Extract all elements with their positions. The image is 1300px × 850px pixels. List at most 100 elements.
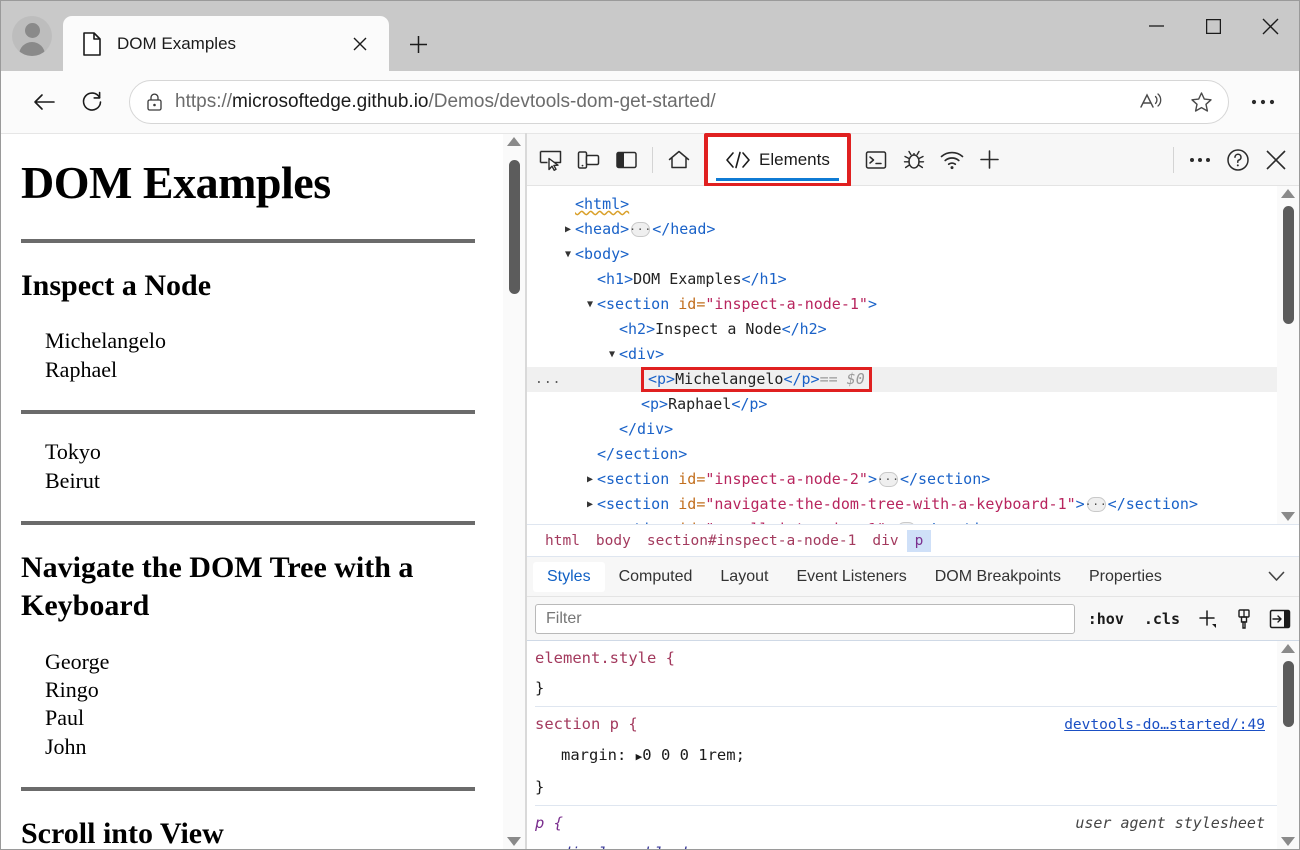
home-icon[interactable] <box>660 141 698 179</box>
scroll-down-arrow-icon[interactable] <box>1281 512 1295 521</box>
token-tagbrk: <h1> <box>597 270 634 288</box>
scroll-down-arrow-icon[interactable] <box>1281 837 1295 846</box>
page-scrollbar[interactable] <box>503 134 525 849</box>
css-selector[interactable]: element.style { <box>535 643 675 673</box>
twisty-expanded-icon[interactable]: ▼ <box>583 292 597 317</box>
css-rules-scrollbar[interactable] <box>1277 641 1299 849</box>
breadcrumb-item[interactable]: section#inspect-a-node-1 <box>639 530 865 552</box>
css-rules-list[interactable]: element.style {} section p {devtools-do…s… <box>527 641 1277 849</box>
twisty-collapsed-icon[interactable]: ▶ <box>583 517 597 524</box>
network-wifi-icon[interactable] <box>933 141 971 179</box>
dom-tree-row[interactable]: </section> <box>527 442 1277 467</box>
dom-tree-row[interactable]: ▼ <div> <box>527 342 1277 367</box>
tab-elements[interactable]: Elements <box>712 138 843 181</box>
breadcrumb-item[interactable]: body <box>588 530 639 552</box>
styles-tab-dom-breakpoints[interactable]: DOM Breakpoints <box>921 562 1075 592</box>
section-item: Ringo <box>45 677 99 703</box>
expand-ellipsis-badge[interactable]: ··· <box>877 472 899 487</box>
cls-toggle-button[interactable]: .cls <box>1137 606 1187 632</box>
refresh-icon[interactable] <box>71 81 113 123</box>
css-selector[interactable]: p { <box>535 808 563 838</box>
scroll-down-arrow-icon[interactable] <box>507 837 521 846</box>
css-source-link[interactable]: devtools-do…started/:49 <box>1064 710 1265 740</box>
new-tab-button[interactable] <box>397 23 439 65</box>
add-panel-plus-icon[interactable] <box>971 141 1009 179</box>
new-style-rule-plus-icon[interactable] <box>1193 604 1223 634</box>
styles-tab-computed[interactable]: Computed <box>605 562 707 592</box>
star-icon[interactable] <box>1182 83 1220 121</box>
scroll-up-arrow-icon[interactable] <box>507 137 521 146</box>
close-icon[interactable] <box>345 29 375 59</box>
browser-settings-ellipsis-icon[interactable] <box>1241 81 1285 123</box>
dom-tree-row[interactable]: <h1>DOM Examples</h1> <box>527 267 1277 292</box>
css-declaration[interactable]: display: block; <box>535 838 1277 849</box>
dock-side-icon[interactable] <box>607 141 645 179</box>
more-tools-ellipsis-icon[interactable] <box>1181 141 1219 179</box>
dom-tree-row-selected[interactable]: ... <p> Michelangelo </p> == $0 <box>527 367 1277 392</box>
page-title: DOM Examples <box>21 157 331 208</box>
dom-tree-row[interactable]: ▶ <section id="navigate-the-dom-tree-with… <box>527 492 1277 517</box>
dom-tree-row[interactable]: ▼ <section id="inspect-a-node-1"> <box>527 292 1277 317</box>
token-attr: id= <box>678 470 706 488</box>
dom-tree-row[interactable]: <html> <box>527 192 1277 217</box>
dom-row-content: <html> <box>575 192 629 217</box>
back-arrow-icon[interactable] <box>23 81 65 123</box>
breadcrumb-item[interactable]: p <box>906 529 932 552</box>
expand-shorthand-icon[interactable]: ▶ <box>636 750 643 763</box>
debugger-bug-icon[interactable] <box>895 141 933 179</box>
twisty-collapsed-icon[interactable]: ▶ <box>561 217 575 242</box>
inspect-element-icon[interactable] <box>531 141 569 179</box>
styles-tab-event-listeners[interactable]: Event Listeners <box>782 562 920 592</box>
dom-tree-row[interactable]: <h2>Inspect a Node</h2> <box>527 317 1277 342</box>
dom-tree[interactable]: <html> ▶ <head>···</head> ▼ <body> <h1>DOM Ex… <box>527 186 1277 524</box>
expand-ellipsis-badge[interactable]: ··· <box>897 522 917 524</box>
dom-tree-row[interactable]: <p>Raphael</p> <box>527 392 1277 417</box>
css-selector[interactable]: section p { <box>535 709 638 739</box>
scroll-up-arrow-icon[interactable] <box>1281 189 1295 198</box>
dom-tree-row[interactable]: ▶ <section id="inspect-a-node-2">···</sec… <box>527 467 1277 492</box>
divider <box>21 410 475 415</box>
dom-tree-row[interactable]: </div> <box>527 417 1277 442</box>
filter-input[interactable] <box>535 603 1075 634</box>
open-computed-sidebar-icon[interactable] <box>1265 604 1295 634</box>
question-mark-icon[interactable] <box>1219 141 1257 179</box>
dom-tree-row[interactable]: ▼ <body> <box>527 242 1277 267</box>
tab-title: DOM Examples <box>117 33 237 53</box>
css-declaration[interactable]: margin: ▶0 0 0 1rem; <box>535 740 1277 772</box>
row-gutter[interactable]: ... <box>535 367 561 392</box>
scrollbar-thumb[interactable] <box>508 160 520 294</box>
paintbrush-icon[interactable] <box>1229 604 1259 634</box>
scrollbar-thumb[interactable] <box>1282 206 1294 324</box>
styles-tab-properties[interactable]: Properties <box>1075 562 1176 592</box>
read-aloud-icon[interactable] <box>1132 83 1170 121</box>
url-bar[interactable]: https://microsoftedge.github.io/Demos/de… <box>129 80 1229 124</box>
twisty-expanded-icon[interactable]: ▼ <box>605 342 619 367</box>
scroll-up-arrow-icon[interactable] <box>1281 644 1295 653</box>
expand-ellipsis-badge[interactable]: ··· <box>1085 497 1107 512</box>
hov-toggle-button[interactable]: :hov <box>1081 606 1131 632</box>
styles-tab-styles[interactable]: Styles <box>533 561 605 592</box>
breadcrumb-item[interactable]: html <box>537 530 588 552</box>
close-devtools-icon[interactable] <box>1257 141 1295 179</box>
dom-tree-row[interactable]: ▶ <head>···</head> <box>527 217 1277 242</box>
dom-tree-scrollbar[interactable] <box>1277 186 1299 524</box>
twisty-collapsed-icon[interactable]: ▶ <box>583 467 597 492</box>
breadcrumb-item[interactable]: div <box>864 530 906 552</box>
expand-ellipsis-badge[interactable]: ··· <box>629 222 651 237</box>
styles-pane-tabs[interactable]: Styles Computed Layout Event Listeners DOM B… <box>527 557 1299 597</box>
chevron-down-icon[interactable] <box>1268 571 1285 582</box>
minimize-icon[interactable] <box>1128 1 1185 51</box>
twisty-collapsed-icon[interactable]: ▶ <box>583 492 597 517</box>
browser-window: DOM Examples https://microsoftedge.githu… <box>0 0 1300 850</box>
breadcrumb[interactable]: html body section#inspect-a-node-1 div p <box>527 524 1299 557</box>
close-icon[interactable] <box>1242 1 1299 51</box>
profile-avatar-button[interactable] <box>1 1 63 71</box>
browser-tab[interactable]: DOM Examples <box>63 16 389 71</box>
device-emulation-icon[interactable] <box>569 141 607 179</box>
scrollbar-thumb[interactable] <box>1282 661 1294 727</box>
dom-tree-row[interactable]: ▶<section id="scroll-into-view-1">···</s… <box>527 517 1277 524</box>
twisty-expanded-icon[interactable]: ▼ <box>561 242 575 267</box>
console-icon[interactable] <box>857 141 895 179</box>
maximize-icon[interactable] <box>1185 1 1242 51</box>
styles-tab-layout[interactable]: Layout <box>706 562 782 592</box>
